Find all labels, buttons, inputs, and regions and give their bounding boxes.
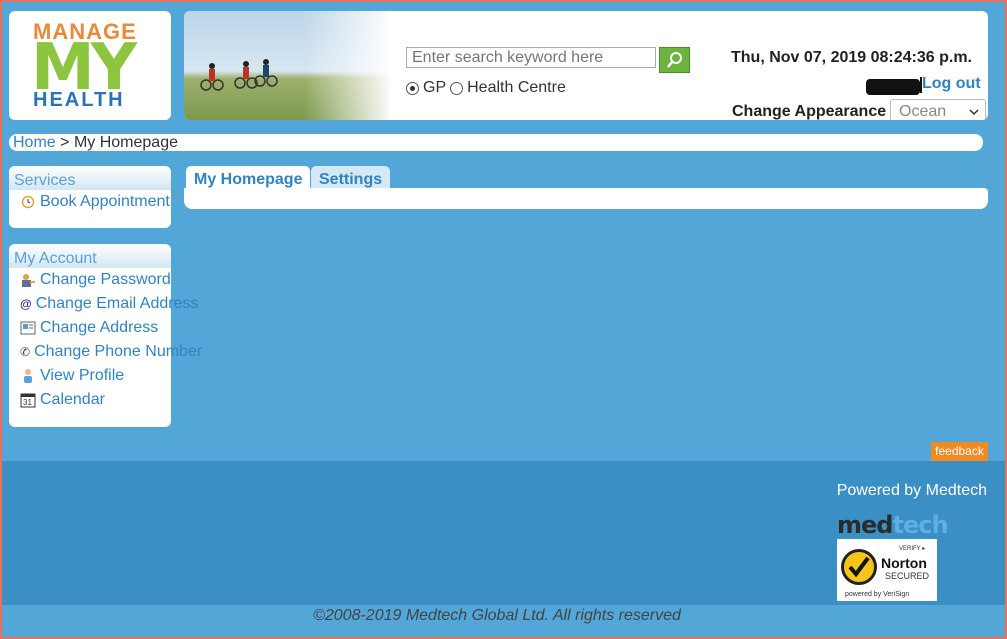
- tab-content-panel: [184, 188, 988, 209]
- sidebar-item-label: Calendar: [40, 391, 105, 408]
- radio-gp[interactable]: [406, 81, 419, 95]
- breadcrumb-separator: >: [60, 134, 70, 151]
- appearance-select-value: Ocean: [899, 103, 947, 120]
- norton-secured-badge[interactable]: VERIFY ▸ Norton SECURED powered by VeriS…: [837, 539, 937, 601]
- radio-gp-label: GP: [423, 79, 447, 96]
- banner-image: [184, 11, 394, 120]
- services-title: Services: [9, 166, 171, 190]
- sidebar-item-label: Change Address: [40, 319, 159, 336]
- sidebar-item-change-address[interactable]: Change Address: [9, 316, 171, 340]
- change-appearance-label: Change Appearance: [732, 103, 887, 120]
- search-input[interactable]: [406, 47, 656, 68]
- sidebar-item-label: Book Appointment: [40, 193, 170, 210]
- my-account-panel: My Account Change Password @ Change Emai…: [9, 244, 202, 427]
- sidebar-item-label: Change Email Address: [35, 295, 199, 312]
- services-panel: Services Book Appointment: [9, 166, 171, 228]
- sidebar-item-label: View Profile: [40, 367, 125, 384]
- header: GP Health Centre Thu, Nov 07, 2019 08:24…: [184, 11, 988, 120]
- clock-icon: [20, 194, 36, 210]
- appearance-select[interactable]: Ocean: [890, 99, 986, 120]
- person-icon: [20, 368, 36, 384]
- calendar-icon: 31: [20, 392, 36, 408]
- powered-by-text: Powered by Medtech: [836, 482, 987, 499]
- sidebar-item-view-profile[interactable]: View Profile: [9, 364, 171, 388]
- radio-health-centre[interactable]: [450, 81, 464, 95]
- sidebar-item-label: Change Phone Number: [34, 343, 203, 360]
- breadcrumb-home-link[interactable]: Home: [13, 134, 56, 151]
- sidebar-item-label: Change Password: [40, 271, 171, 288]
- tab-settings[interactable]: Settings: [311, 166, 391, 190]
- at-sign-icon: @: [20, 297, 32, 311]
- feedback-button[interactable]: feedback: [931, 442, 988, 461]
- sidebar-item-change-password[interactable]: Change Password: [9, 268, 171, 292]
- radio-health-centre-label: Health Centre: [467, 79, 566, 96]
- sidebar-item-change-phone[interactable]: ✆ Change Phone Number: [9, 340, 202, 364]
- my-account-title: My Account: [9, 244, 171, 268]
- checkmark-icon: [841, 549, 877, 585]
- current-datetime: Thu, Nov 07, 2019 08:24:36 p.m.: [731, 49, 972, 66]
- tab-my-homepage[interactable]: My Homepage: [186, 166, 311, 190]
- search-scope-radios: GP Health Centre: [406, 79, 570, 97]
- search-button[interactable]: [659, 47, 690, 73]
- sidebar-item-calendar[interactable]: 31 Calendar: [9, 388, 171, 412]
- sidebar-item-change-email[interactable]: @ Change Email Address: [9, 292, 198, 316]
- address-card-icon: [20, 320, 36, 336]
- chevron-down-icon: [969, 109, 979, 116]
- key-user-icon: [20, 272, 36, 288]
- logout-link[interactable]: Log out: [922, 75, 981, 93]
- sidebar-item-book-appointment[interactable]: Book Appointment: [9, 190, 171, 214]
- logo-health-text: HEALTH: [33, 89, 125, 111]
- footer: Powered by Medtech medtech VERIFY ▸ Nort…: [2, 461, 1005, 605]
- medtech-logo[interactable]: medtech: [837, 511, 949, 539]
- username-redacted: [866, 79, 920, 95]
- search-icon: [666, 52, 682, 68]
- breadcrumb-current: My Homepage: [73, 134, 178, 151]
- copyright-text: ©2008-2019 Medtech Global Ltd. All right…: [313, 607, 681, 624]
- svg-text:31: 31: [23, 398, 32, 407]
- logo[interactable]: MANAGE MY HEALTH: [9, 11, 171, 120]
- phone-icon: ✆: [20, 345, 31, 359]
- breadcrumb: Home > My Homepage: [9, 134, 983, 151]
